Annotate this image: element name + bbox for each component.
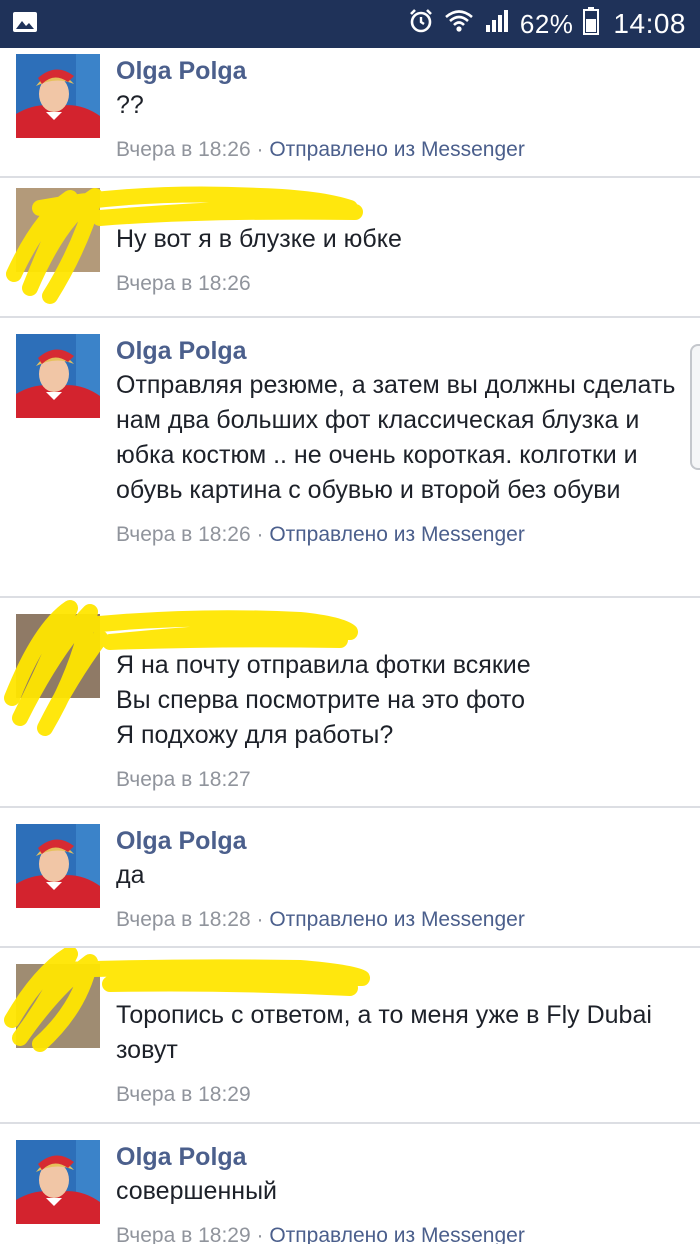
sender-name[interactable] bbox=[116, 964, 690, 998]
message-text: да bbox=[116, 861, 145, 889]
wifi-icon bbox=[444, 8, 474, 41]
status-clock: 14:08 bbox=[613, 8, 686, 39]
meta-separator: · bbox=[256, 908, 270, 931]
avatar[interactable] bbox=[16, 964, 100, 1048]
avatar[interactable] bbox=[16, 614, 100, 698]
message-item: Я на почту отправила фотки всякие Вы спе… bbox=[0, 598, 700, 808]
sent-via-messenger[interactable]: Отправлено из Messenger bbox=[269, 908, 524, 931]
message-item: Olga Polga Отправляя резюме, а затем вы … bbox=[0, 318, 700, 598]
message-meta: Вчера в 18:29 · Отправлено из Messenger bbox=[116, 1221, 690, 1244]
meta-separator: · bbox=[256, 138, 270, 161]
message-item: Торопись с ответом, а то меня уже в Fly … bbox=[0, 948, 700, 1124]
battery-percent: 62% bbox=[519, 8, 574, 39]
message-meta: Вчера в 18:26 · Отправлено из Messenger bbox=[116, 520, 690, 550]
message-meta: Вчера в 18:28 · Отправлено из Messenger bbox=[116, 905, 690, 935]
sender-name[interactable]: Olga Polga bbox=[116, 1140, 690, 1174]
message-item: Olga Polga совершенный Вчера в 18:29 · О… bbox=[0, 1124, 700, 1244]
sender-name[interactable] bbox=[116, 614, 690, 648]
message-time: Вчера в 18:29 bbox=[116, 1083, 251, 1106]
sent-via-messenger[interactable]: Отправлено из Messenger bbox=[269, 523, 524, 546]
message-meta: Вчера в 18:27 bbox=[116, 765, 690, 795]
message-time: Вчера в 18:26 bbox=[116, 272, 251, 295]
sent-via-messenger[interactable]: Отправлено из Messenger bbox=[269, 1224, 524, 1244]
avatar[interactable] bbox=[16, 824, 100, 908]
scrollbar[interactable] bbox=[690, 344, 700, 470]
message-text: Я на почту отправила фотки всякие Вы спе… bbox=[116, 651, 531, 749]
message-time: Вчера в 18:27 bbox=[116, 768, 251, 791]
message-time: Вчера в 18:26 bbox=[116, 523, 251, 546]
meta-separator: · bbox=[256, 523, 270, 546]
message-item: Ну вот я в блузке и юбке Вчера в 18:26 bbox=[0, 178, 700, 318]
message-time: Вчера в 18:29 bbox=[116, 1224, 251, 1244]
message-meta: Вчера в 18:29 bbox=[116, 1080, 690, 1110]
message-text: совершенный bbox=[116, 1177, 277, 1205]
message-text: Отправляя резюме, а затем вы должны сдел… bbox=[116, 371, 676, 504]
message-meta: Вчера в 18:26 bbox=[116, 269, 690, 299]
avatar[interactable] bbox=[16, 54, 100, 138]
battery-icon bbox=[583, 6, 600, 42]
gallery-icon bbox=[12, 11, 38, 38]
message-meta: Вчера в 18:26 · Отправлено из Messenger bbox=[116, 135, 690, 165]
message-time: Вчера в 18:28 bbox=[116, 908, 251, 931]
avatar[interactable] bbox=[16, 1140, 100, 1224]
message-text: Ну вот я в блузке и юбке bbox=[116, 225, 402, 253]
avatar[interactable] bbox=[16, 334, 100, 418]
avatar[interactable] bbox=[16, 188, 100, 272]
signal-icon bbox=[484, 9, 510, 40]
sender-name[interactable]: Olga Polga bbox=[116, 54, 690, 88]
message-item: Olga Polga ?? Вчера в 18:26 · Отправлено… bbox=[0, 48, 700, 178]
sent-via-messenger[interactable]: Отправлено из Messenger bbox=[269, 138, 524, 161]
sender-name[interactable]: Olga Polga bbox=[116, 824, 690, 858]
message-text: Торопись с ответом, а то меня уже в Fly … bbox=[116, 1001, 652, 1064]
meta-separator: · bbox=[256, 1224, 270, 1244]
status-bar: 62% 14:08 bbox=[0, 0, 700, 48]
sender-name[interactable] bbox=[116, 188, 690, 222]
message-time: Вчера в 18:26 bbox=[116, 138, 251, 161]
sender-name[interactable]: Olga Polga bbox=[116, 334, 690, 368]
message-item: Olga Polga да Вчера в 18:28 · Отправлено… bbox=[0, 808, 700, 948]
message-text: ?? bbox=[116, 91, 144, 119]
message-feed[interactable]: Olga Polga ?? Вчера в 18:26 · Отправлено… bbox=[0, 48, 700, 1244]
alarm-icon bbox=[408, 8, 434, 41]
